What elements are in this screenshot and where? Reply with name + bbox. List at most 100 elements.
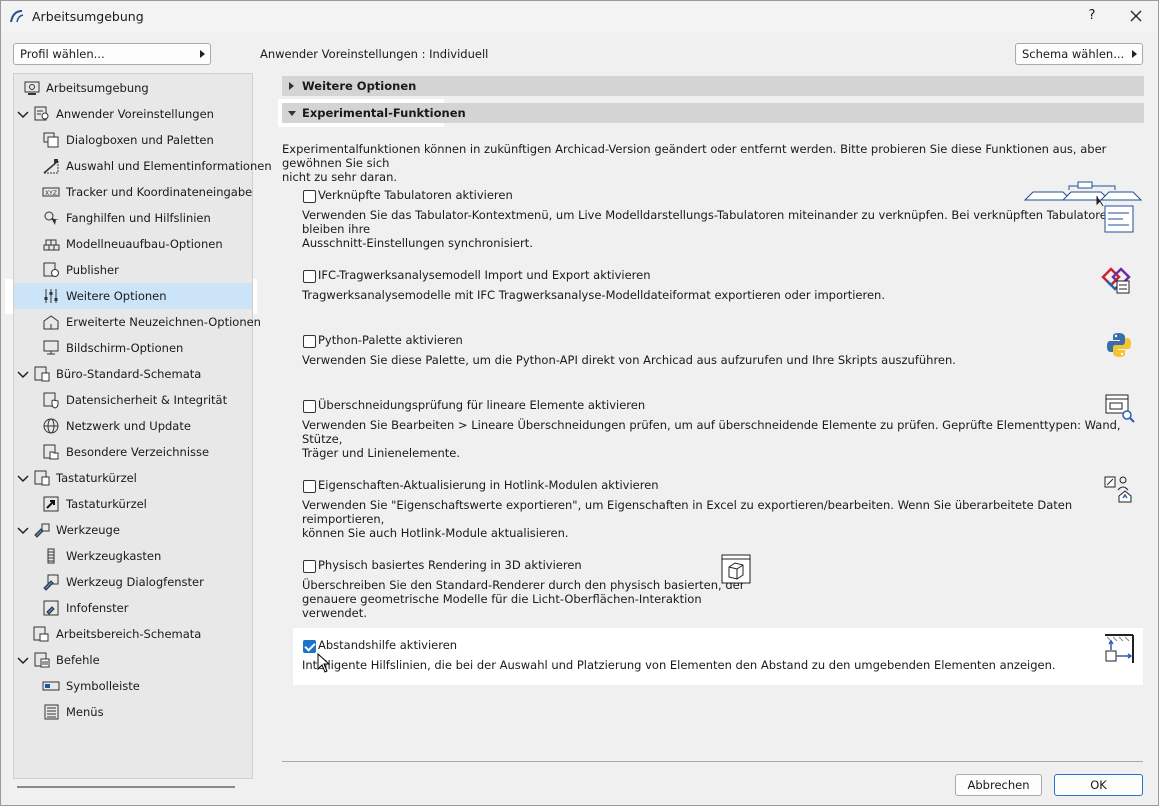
sidebar-item-label: Publisher [66, 263, 119, 277]
python-icon [1107, 333, 1131, 357]
sidebar-item-werkzeug-dialogfenster[interactable]: Werkzeug Dialogfenster [41, 570, 251, 594]
sidebar-item-weitere-optionen[interactable]: Weitere Optionen [41, 284, 251, 308]
sidebar-item-infofenster[interactable]: Infofenster [41, 596, 251, 620]
sidebar-item-label: Werkzeuge [56, 523, 120, 537]
profile-select-label: Profil wählen... [20, 47, 105, 61]
sidebar-item-netzwerk[interactable]: Netzwerk und Update [41, 414, 251, 438]
sidebar-item-arbeitsbereich-schemata[interactable]: Arbeitsbereich-Schemata [31, 622, 251, 646]
sidebar-item-label: Befehle [56, 653, 100, 667]
sidebar-item-befehle[interactable]: Befehle [15, 648, 251, 672]
sidebar-item-label: Datensicherheit & Integrität [66, 393, 228, 407]
sidebar-item-dialogboxen[interactable]: Dialogboxen und Paletten [41, 128, 251, 152]
chevron-down-icon[interactable] [16, 367, 30, 381]
feature-overlap-check: Überschneidungsprüfung für lineare Eleme… [293, 394, 1143, 460]
current-scheme-label: Anwender Voreinstellungen : Individuell [260, 47, 489, 61]
user-prefs-icon [34, 106, 49, 121]
sidebar-item-label: Anwender Voreinstellungen [56, 107, 214, 121]
section-experimental-funktionen[interactable]: Experimental-Funktionen [282, 103, 1144, 123]
sidebar-item-fanghilfen[interactable]: Fanghilfen und Hilfslinien [41, 206, 251, 230]
linked-tabs-checkbox[interactable] [303, 190, 316, 203]
sidebar-item-tastaturkuerzel[interactable]: Tastaturkürzel [41, 492, 251, 516]
sidebar-item-label: Tastaturkürzel [56, 471, 137, 485]
sidebar-item-bildschirm-optionen[interactable]: Bildschirm-Optionen [41, 336, 251, 360]
description-line: Ausschnitt-Einstellungen synchronisiert. [302, 236, 533, 250]
schema-select-button[interactable]: Schema wählen... [1015, 43, 1143, 65]
sidebar-item-werkzeuge[interactable]: Werkzeuge [15, 518, 251, 542]
sidebar-item-label: Besondere Verzeichnisse [66, 445, 210, 459]
chevron-down-icon[interactable] [16, 523, 30, 537]
overlap-check-checkbox[interactable] [303, 400, 316, 413]
sidebar-item-werkzeugkasten[interactable]: Werkzeugkasten [41, 544, 251, 568]
feature-title: Abstandshilfe aktivieren [318, 638, 458, 652]
data-safety-icon [43, 392, 59, 409]
feature-description: Verwenden Sie Bearbeiten > Lineare Übers… [302, 418, 1143, 460]
sidebar-item-publisher[interactable]: Publisher [41, 258, 251, 282]
hotlink-properties-checkbox[interactable] [303, 480, 316, 493]
selection-icon [43, 159, 59, 174]
sidebar-item-auswahl[interactable]: Auswahl und Elementinformationen [41, 154, 272, 178]
ok-button[interactable]: OK [1054, 774, 1143, 796]
footer-divider [282, 761, 1143, 762]
sidebar-horizontal-scrollbar[interactable] [17, 786, 235, 788]
intro-line: nicht zu sehr daran. [282, 170, 398, 184]
chevron-down-icon[interactable] [16, 107, 30, 121]
section-weitere-optionen[interactable]: Weitere Optionen [282, 76, 1144, 96]
feature-description: Tragwerksanalysemodelle mit IFC Tragwerk… [302, 288, 885, 302]
sliders-icon [44, 289, 58, 303]
ifc-structural-checkbox[interactable] [303, 270, 316, 283]
sidebar-item-buero-standard-schemata[interactable]: Büro-Standard-Schemata [15, 362, 251, 386]
work-env-schemes-icon [33, 626, 49, 642]
description-line: Intelligente Hilfslinien, die bei der Au… [302, 658, 1056, 672]
pbr-rendering-checkbox[interactable] [303, 560, 316, 573]
snap-icon [44, 211, 59, 225]
sidebar-item-menues[interactable]: Menüs [41, 700, 251, 724]
sidebar-item-label: Symbolleiste [66, 679, 140, 693]
close-icon[interactable] [1123, 3, 1149, 29]
shortcuts-group-icon [34, 470, 50, 486]
sidebar-item-anwender-voreinstellungen[interactable]: Anwender Voreinstellungen [15, 102, 251, 126]
description-line: Verwenden Sie Bearbeiten > Lineare Übers… [302, 418, 1121, 446]
chevron-down-icon[interactable] [16, 653, 30, 667]
sidebar-item-label: Werkzeugkasten [66, 549, 162, 563]
python-palette-checkbox[interactable] [303, 335, 316, 348]
distance-guide-checkbox[interactable] [303, 640, 316, 653]
sidebar-item-label: Tastaturkürzel [66, 497, 147, 511]
sidebar-item-label: Bildschirm-Optionen [66, 341, 184, 355]
tools-group-icon [34, 523, 50, 538]
office-schemes-icon [34, 366, 50, 382]
feature-title: IFC-Tragwerksanalysemodell Import und Ex… [318, 268, 651, 282]
workspace-icon [24, 81, 40, 95]
feature-title: Eigenschaften-Aktualisierung in Hotlink-… [318, 478, 659, 492]
feature-description: Überschreiben Sie den Standard-Renderer … [302, 578, 744, 620]
sidebar-item-modellneuaufbau[interactable]: Modellneuaufbau-Optionen [41, 232, 251, 256]
sidebar-item-datensicherheit[interactable]: Datensicherheit & Integrität [41, 388, 251, 412]
mouse-cursor-icon [317, 653, 331, 673]
feature-title: Physisch basiertes Rendering in 3D aktiv… [318, 558, 582, 572]
publisher-icon [43, 262, 59, 277]
svg-text:XYZ: XYZ [45, 190, 57, 197]
cancel-button[interactable]: Abbrechen [955, 774, 1042, 796]
sidebar-item-label: Erweiterte Neuzeichnen-Optionen [66, 315, 261, 329]
feature-description: Verwenden Sie das Tabulator-Kontextmenü,… [302, 208, 1143, 250]
sidebar-item-arbeitsumgebung[interactable]: Arbeitsumgebung [21, 76, 251, 100]
hotlink-properties-icon [1104, 476, 1132, 503]
sidebar-item-label: Werkzeug Dialogfenster [66, 575, 204, 589]
sidebar-item-tracker[interactable]: XYZ Tracker und Koordinateneingabe [41, 180, 252, 204]
description-line: können Sie auch Hotlink-Module aktualisi… [302, 526, 569, 540]
profile-select-button[interactable]: Profil wählen... [13, 43, 211, 65]
sidebar-item-besondere-verzeichnisse[interactable]: Besondere Verzeichnisse [41, 440, 251, 464]
sidebar-item-label: Weitere Optionen [66, 289, 167, 303]
description-line: Tragwerksanalysemodelle mit IFC Tragwerk… [302, 288, 885, 302]
feature-linked-tabs: Verknüpfte Tabulatoren aktivieren Verwen… [293, 181, 1143, 250]
distance-guide-icon [1105, 634, 1134, 663]
help-button[interactable]: ? [1079, 3, 1105, 29]
rebuild-icon [43, 239, 60, 251]
description-line: Verwenden Sie "Eigenschaftswerte exporti… [302, 498, 1073, 526]
chevron-down-icon[interactable] [16, 471, 30, 485]
sidebar-item-tastaturkuerzel-group[interactable]: Tastaturkürzel [15, 466, 251, 490]
sidebar-item-label: Menüs [66, 705, 104, 719]
redraw-icon [43, 315, 59, 330]
sidebar-item-label: Arbeitsumgebung [46, 81, 149, 95]
sidebar-item-erweiterte-neuzeichnen[interactable]: Erweiterte Neuzeichnen-Optionen [41, 310, 261, 334]
sidebar-item-symbolleiste[interactable]: Symbolleiste [41, 674, 251, 698]
